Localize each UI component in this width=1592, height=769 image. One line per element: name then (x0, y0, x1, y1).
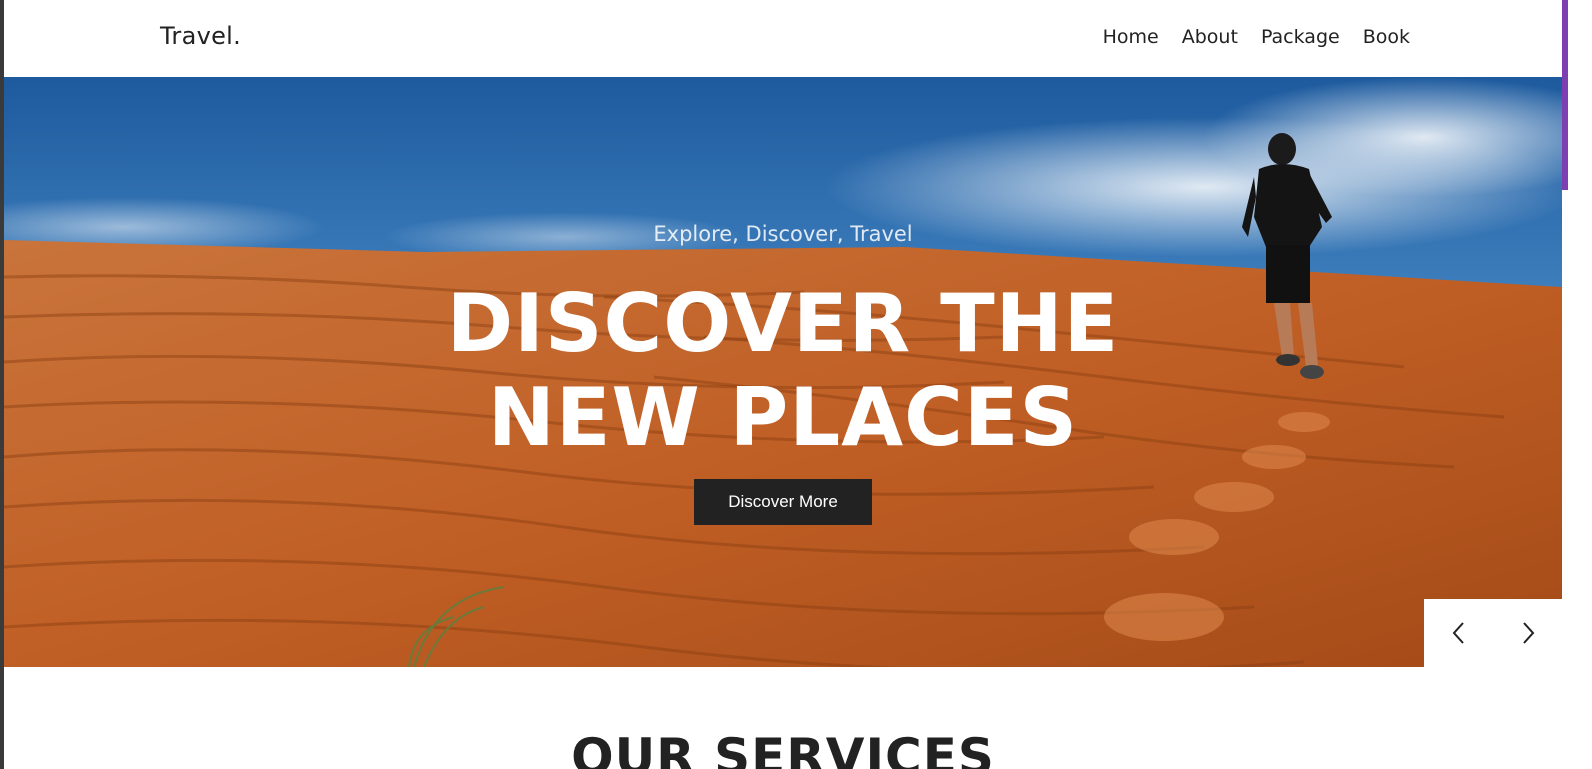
slider-controls (1424, 599, 1562, 667)
hero-title-line-1: DISCOVER THE (446, 277, 1120, 370)
nav-book[interactable]: Book (1363, 26, 1410, 48)
main-nav: Home About Package Book (1103, 26, 1410, 48)
page: Travel. Home About Package Book Explore,… (4, 0, 1562, 769)
site-logo[interactable]: Travel. (160, 22, 241, 50)
chevron-right-icon[interactable] (1508, 613, 1548, 653)
nav-package[interactable]: Package (1261, 26, 1340, 48)
scrollbar-thumb[interactable] (1562, 0, 1568, 190)
site-header: Travel. Home About Package Book (4, 0, 1562, 77)
hero-banner: Explore, Discover, Travel DISCOVER THE N… (4, 77, 1562, 667)
nav-about[interactable]: About (1182, 26, 1238, 48)
discover-more-button[interactable]: Discover More (694, 479, 872, 525)
hero-title: DISCOVER THE NEW PLACES (4, 277, 1562, 465)
chevron-left-icon[interactable] (1439, 613, 1479, 653)
hero-subtitle: Explore, Discover, Travel (653, 222, 913, 246)
hero-title-line-2: NEW PLACES (487, 371, 1079, 464)
services-heading: OUR SERVICES (571, 728, 995, 769)
nav-home[interactable]: Home (1103, 26, 1159, 48)
